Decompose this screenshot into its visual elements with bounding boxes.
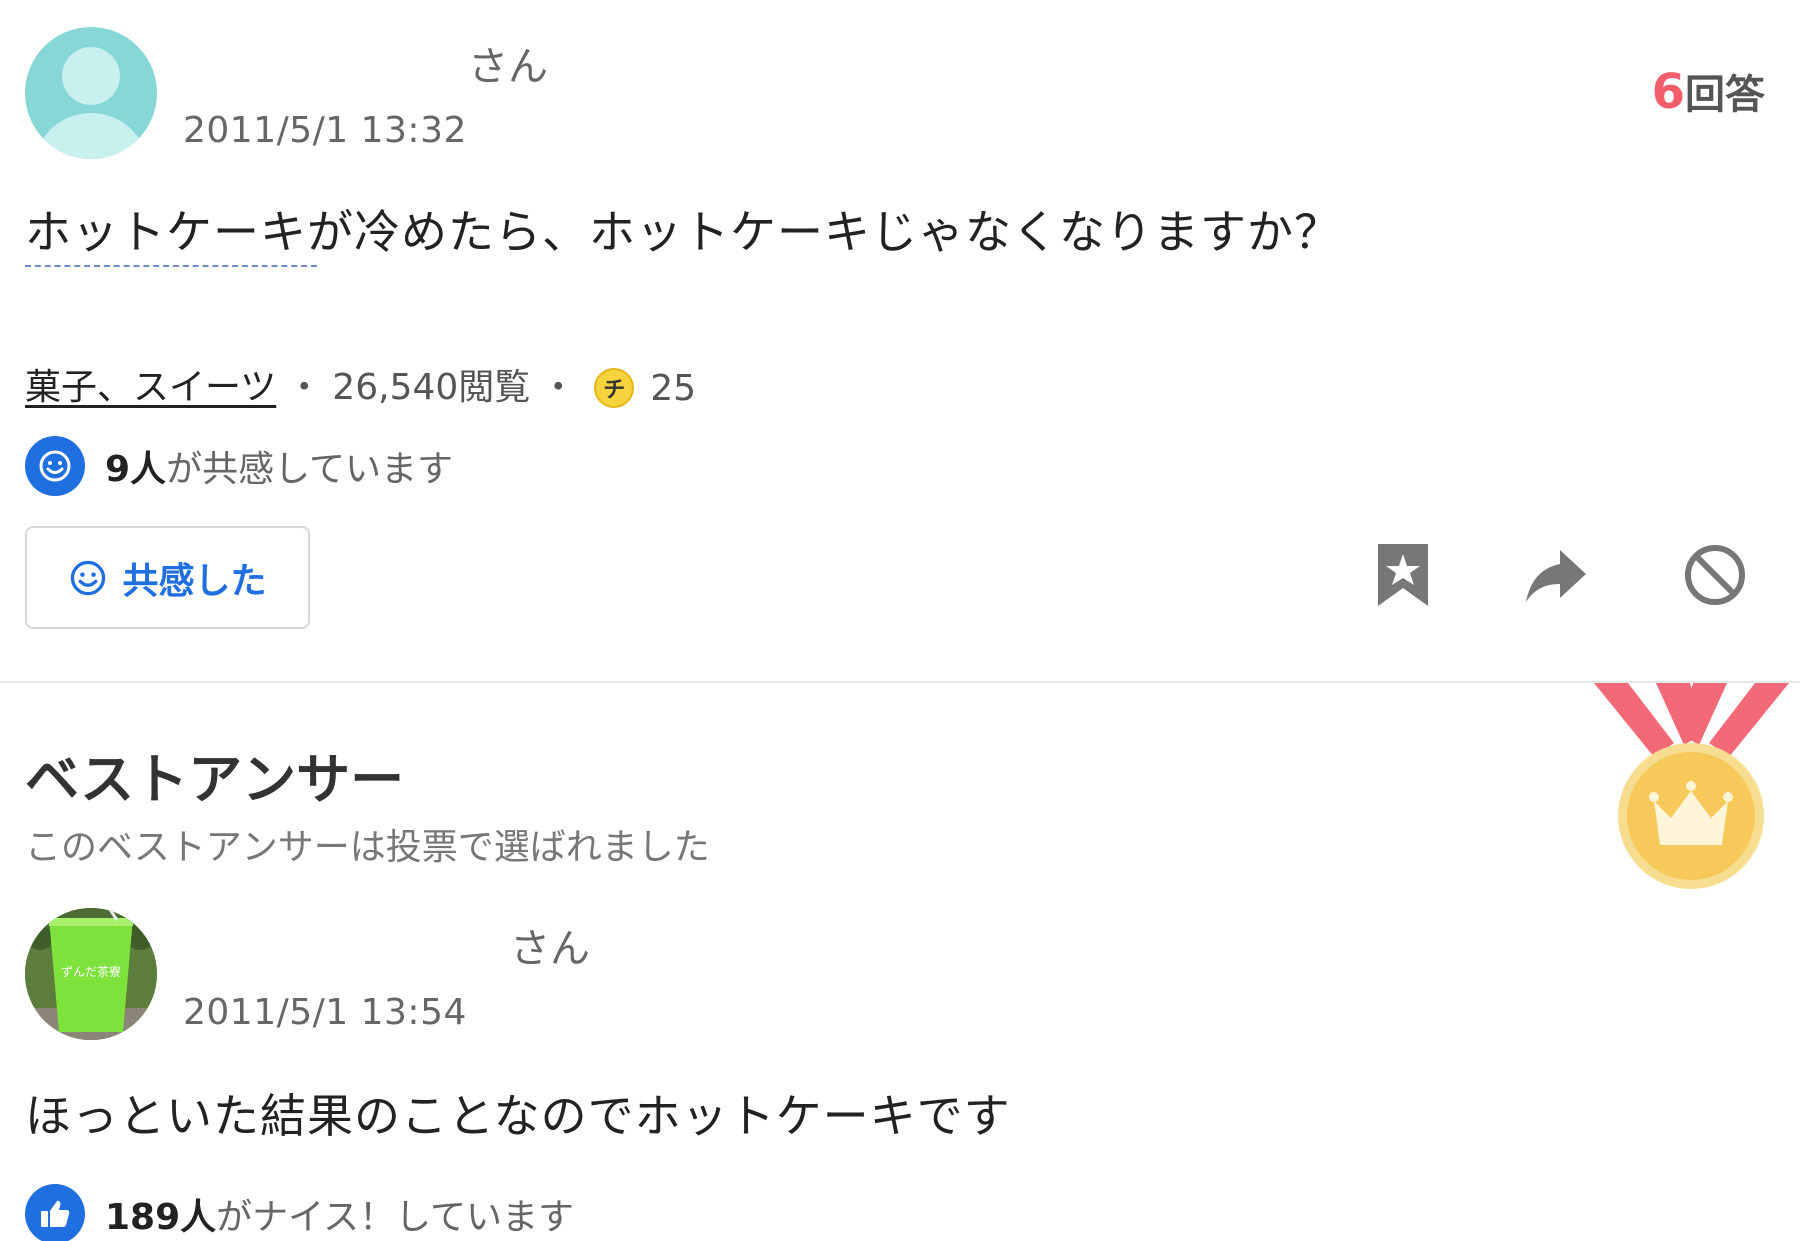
answers-count-label: 回答 — [1685, 72, 1765, 118]
cup-label-text: ずんだ茶寮 — [61, 964, 121, 979]
qa-page: さん 2011/5/1 13:32 6回答 ホットケーキが冷めたら、ホットケーキ… — [0, 0, 1800, 1241]
empathy-button[interactable]: 共感した — [25, 526, 310, 629]
section-divider — [0, 681, 1800, 683]
empathy-summary: 9人が共感しています — [25, 436, 453, 496]
answers-count-number: 6 — [1651, 64, 1685, 120]
empathy-count: 9人 — [105, 449, 167, 490]
coin-icon: チ — [594, 368, 635, 408]
answer-date: 2011/5/1 13:54 — [183, 992, 467, 1033]
medal-crown-icon — [1594, 683, 1789, 889]
answers-count[interactable]: 6回答 — [1652, 62, 1765, 120]
empathy-suffix: が共感しています — [166, 449, 453, 490]
category-link[interactable]: 菓子、スイーツ — [25, 358, 276, 410]
view-count: 26,540閲覧 — [332, 367, 531, 408]
best-answer-subtitle: このベストアンサーは投票で選ばれました — [25, 827, 710, 868]
best-answer-title: ベストアンサー — [25, 748, 405, 811]
bookmark-star-icon[interactable] — [1368, 540, 1438, 610]
answerer-name[interactable]: さん — [510, 916, 590, 974]
question-keyword-underline[interactable] — [25, 265, 317, 267]
questioner-avatar[interactable] — [25, 27, 157, 159]
questioner-name[interactable]: さん — [468, 34, 548, 92]
meta-separator: ・ — [540, 367, 577, 408]
block-icon[interactable] — [1680, 540, 1750, 610]
avatar-body — [33, 113, 149, 159]
meta-separator: ・ — [286, 367, 323, 408]
question-meta: 菓子、スイーツ ・ 26,540閲覧 ・ チ 25 — [25, 358, 696, 410]
nice-suffix: がナイス！しています — [216, 1197, 574, 1238]
nice-count: 189人 — [105, 1197, 217, 1238]
question-text: ホットケーキが冷めたら、ホットケーキじゃなくなりますか？ — [25, 205, 1341, 259]
share-arrow-icon[interactable] — [1522, 540, 1592, 610]
answerer-avatar[interactable]: ずんだ茶寮 — [25, 908, 157, 1040]
smile-icon — [25, 436, 85, 496]
answer-text: ほっといた結果のことなのでホットケーキです — [25, 1089, 1011, 1143]
empathy-text: 9人が共感しています — [105, 440, 453, 492]
question-date: 2011/5/1 13:32 — [183, 110, 467, 151]
empathy-button-label: 共感した — [122, 559, 267, 601]
smile-icon — [71, 560, 106, 595]
avatar-head — [62, 47, 120, 105]
coin-value: 25 — [650, 367, 697, 409]
nice-text: 189人がナイス！しています — [105, 1188, 574, 1240]
thumbs-up-icon — [25, 1184, 85, 1241]
nice-summary: 189人がナイス！しています — [25, 1184, 574, 1241]
